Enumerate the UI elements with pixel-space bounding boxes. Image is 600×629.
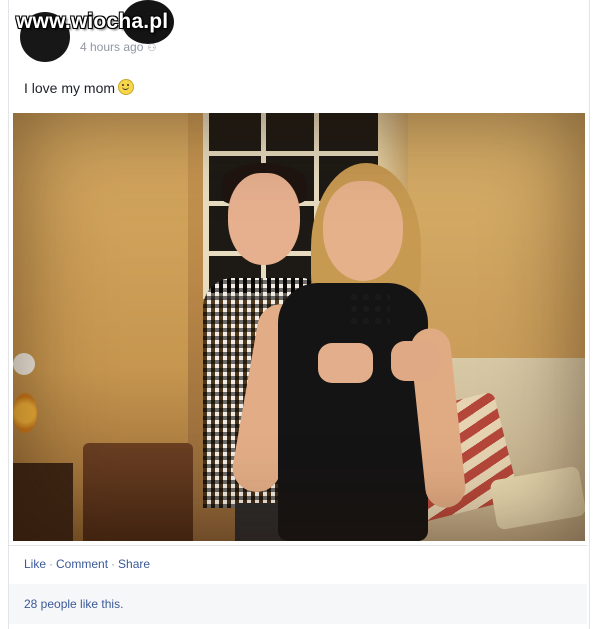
- photo-vignette: [13, 113, 585, 541]
- separator: ·: [111, 557, 116, 571]
- post-photo[interactable]: [13, 113, 585, 541]
- post-actions: Like · Comment · Share: [24, 557, 150, 571]
- like-link[interactable]: Like: [24, 557, 46, 571]
- watermark: www.wiocha.pl: [16, 10, 169, 33]
- friends-privacy-icon: ⚇: [147, 43, 157, 54]
- share-link[interactable]: Share: [118, 557, 150, 571]
- status-text: I love my mom: [24, 79, 135, 96]
- divider: [9, 545, 587, 546]
- smiley-icon: [118, 79, 135, 95]
- post-timestamp[interactable]: 4 hours ago ⚇: [80, 40, 156, 54]
- likes-summary[interactable]: 28 people like this.: [24, 597, 123, 611]
- timestamp-text: 4 hours ago: [80, 40, 144, 54]
- status-message: I love my mom: [24, 80, 116, 96]
- separator: ·: [49, 557, 54, 571]
- comment-link[interactable]: Comment: [56, 557, 108, 571]
